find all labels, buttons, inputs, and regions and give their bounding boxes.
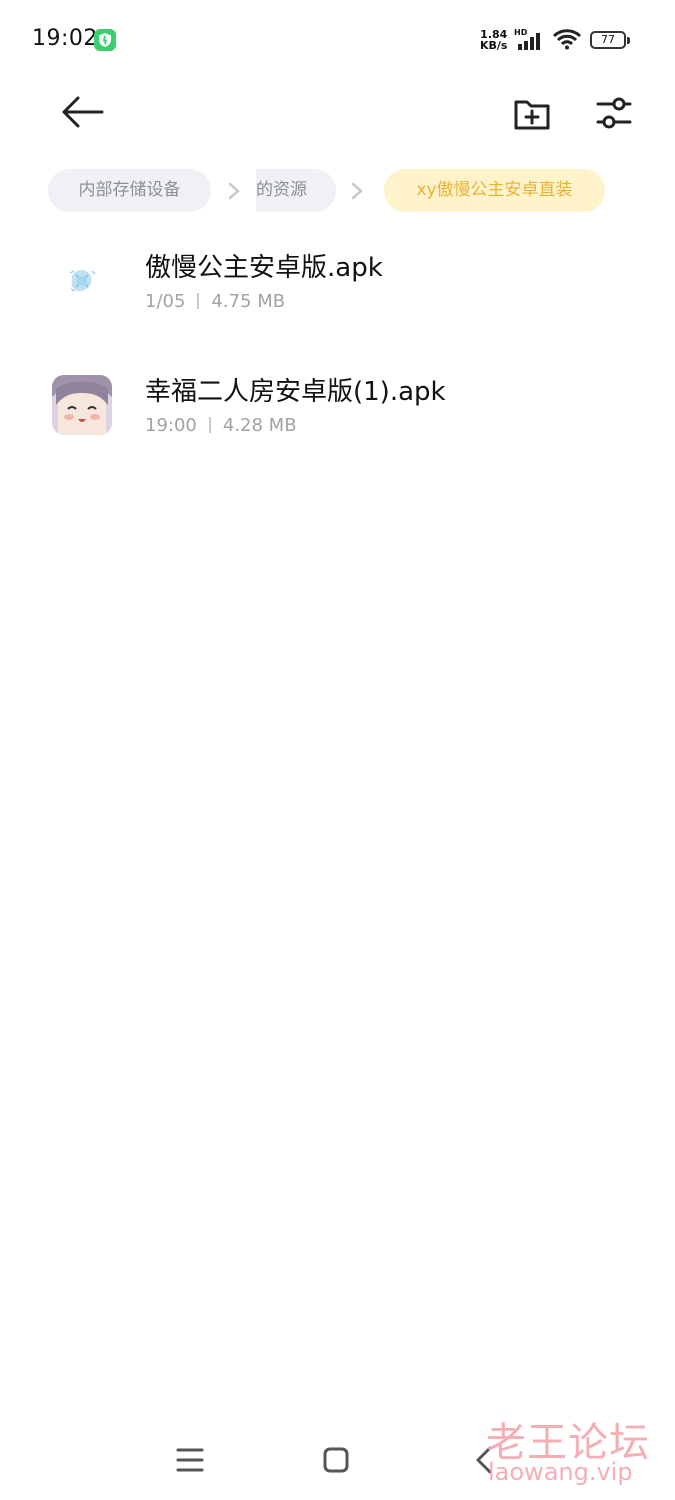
shield-icon	[94, 29, 116, 51]
apk-app-icon	[52, 251, 112, 311]
status-time: 19:02	[32, 26, 98, 51]
sliders-icon	[596, 97, 632, 129]
arrow-left-icon	[62, 96, 104, 128]
folder-add-icon	[514, 100, 550, 130]
battery-indicator: 77	[590, 31, 630, 49]
file-date: 1/05	[145, 291, 186, 312]
nav-menu-button[interactable]	[170, 1440, 210, 1480]
net-speed-unit: KB/s	[480, 39, 508, 52]
back-button[interactable]	[58, 92, 106, 132]
apk-app-icon	[52, 375, 112, 435]
filter-button[interactable]	[592, 92, 636, 136]
meta-divider	[197, 293, 200, 309]
new-folder-button[interactable]	[510, 92, 554, 136]
wifi-icon	[552, 29, 582, 50]
home-icon	[323, 1447, 349, 1473]
file-meta: 19:00 4.28 MB	[145, 415, 297, 436]
net-speed: 1.84 KB/s	[480, 29, 507, 51]
meta-divider	[208, 417, 211, 433]
file-list-item[interactable]: 傲慢公主安卓版.apk 1/05 4.75 MB	[0, 225, 675, 335]
breadcrumb-item-current-folder[interactable]: xy傲慢公主安卓直装	[384, 169, 605, 212]
file-size: 4.28 MB	[222, 415, 297, 436]
nav-home-button[interactable]	[316, 1440, 356, 1480]
watermark-url: laowang.vip	[488, 1458, 633, 1486]
file-name: 幸福二人房安卓版(1).apk	[145, 377, 446, 407]
breadcrumb-item-resources[interactable]: 的资源	[256, 169, 336, 212]
file-date: 19:00	[145, 415, 197, 436]
menu-icon	[176, 1448, 204, 1472]
file-list-item[interactable]: 幸福二人房安卓版(1).apk 19:00 4.28 MB	[0, 349, 675, 459]
file-name: 傲慢公主安卓版.apk	[145, 253, 383, 283]
watermark: 老王论坛 laowang.vip	[470, 1410, 670, 1490]
signal-icon	[518, 33, 540, 50]
chevron-right-icon	[228, 182, 240, 200]
status-bar: 19:02 1.84 KB/s HD 77	[0, 0, 675, 80]
file-meta: 1/05 4.75 MB	[145, 291, 285, 312]
chevron-right-icon	[351, 182, 363, 200]
breadcrumb-item-internal-storage[interactable]: 内部存储设备	[48, 169, 211, 212]
file-size: 4.75 MB	[211, 291, 286, 312]
